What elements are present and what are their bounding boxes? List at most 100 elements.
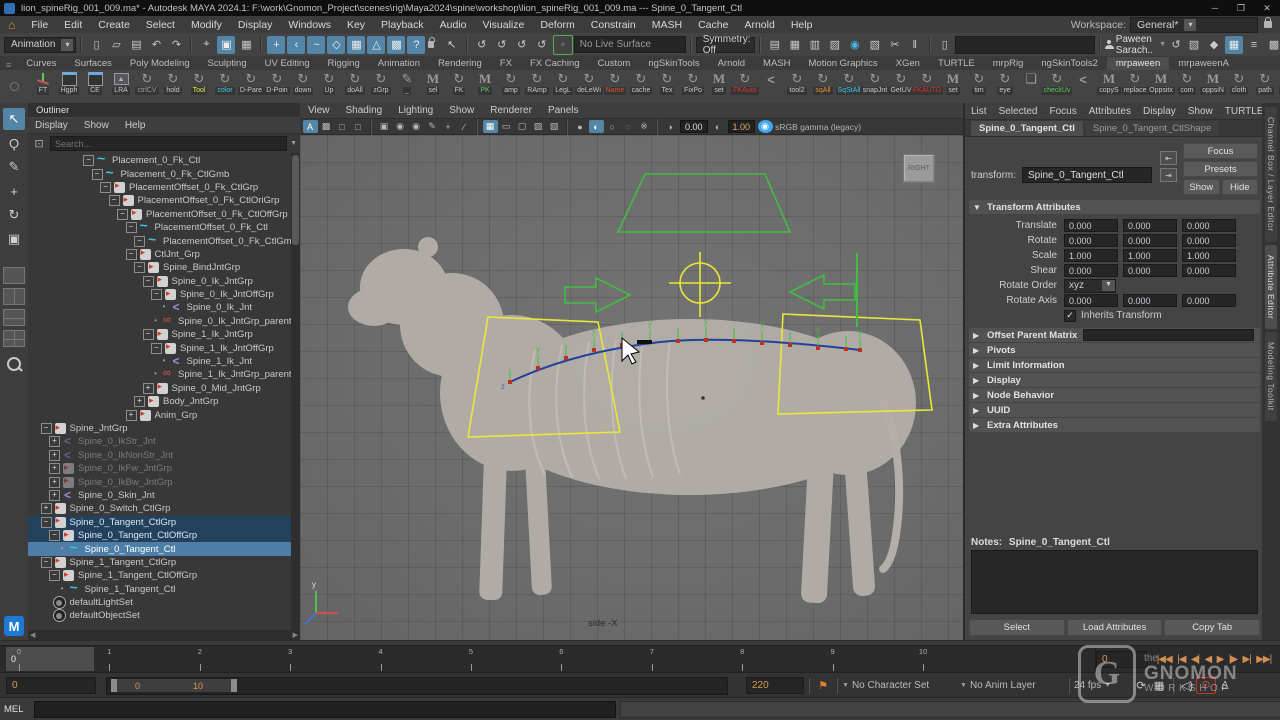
collapse-icon[interactable]: − <box>117 209 128 220</box>
attr-value-field[interactable]: 0.000 <box>1182 294 1236 307</box>
copy-tab-button[interactable]: Copy Tab <box>1164 619 1260 636</box>
range-slider-bar[interactable]: 0 10 <box>106 677 728 695</box>
menu-key[interactable]: Key <box>339 19 373 31</box>
collapse-icon[interactable]: − <box>100 182 111 193</box>
bookmarks-icon[interactable]: □ <box>351 120 366 133</box>
play-forwards-button[interactable]: ▶ <box>1217 654 1224 665</box>
play-backwards-button[interactable]: ◀ <box>1205 654 1212 665</box>
collapse-icon[interactable]: − <box>41 557 52 568</box>
outliner-item-Body_JntGrp[interactable]: +Body_JntGrp <box>28 395 300 408</box>
character-controls-icon[interactable]: ◆ <box>1205 36 1223 54</box>
snap-help-icon[interactable]: ? <box>407 36 425 54</box>
breakout-tab-icon[interactable]: ⇥ <box>1160 168 1177 182</box>
menu-display[interactable]: Display <box>230 19 280 31</box>
range-end-handle[interactable] <box>231 679 237 692</box>
select-hierarchy-icon[interactable]: ⌖ <box>197 36 215 54</box>
collapse-icon[interactable]: − <box>41 517 52 528</box>
collapse-icon[interactable]: − <box>151 289 162 300</box>
film-gate-icon[interactable]: ▭ <box>499 120 514 133</box>
attr-value-field[interactable]: 0.000 <box>1064 264 1118 277</box>
input-connections-icon[interactable]: ↺ <box>473 36 491 54</box>
shelf-tab-curves[interactable]: Curves <box>17 57 65 70</box>
field-chart-icon[interactable]: ▧ <box>547 120 562 133</box>
viewport-menu-lighting[interactable]: Lighting <box>390 105 441 116</box>
snap-view-plane-icon[interactable]: △ <box>367 36 385 54</box>
outliner-item-PlacementOffset_0_Fk_CtlGrp[interactable]: −PlacementOffset_0_Fk_CtlGrp <box>28 181 300 194</box>
outliner-item-Spine_0_IkBw_JntGrp[interactable]: +Spine_0_IkBw_JntGrp <box>28 475 300 488</box>
menu-cache[interactable]: Cache <box>690 19 736 31</box>
snap-point-icon[interactable]: ~ <box>307 36 325 54</box>
minimize-button[interactable]: ─ <box>1202 3 1228 13</box>
step-forward-key-button[interactable]: ▶| <box>1243 654 1251 665</box>
output-connections-icon[interactable]: ↺ <box>493 36 511 54</box>
outliner-item-PlacementOffset_0_Fk_CtlGmb[interactable]: −PlacementOffset_0_Fk_CtlGmb <box>28 234 300 247</box>
animation-preferences-icon[interactable]: ♙ <box>1216 679 1234 692</box>
workspace-lock-icon[interactable] <box>1264 21 1272 28</box>
section-node-behavior[interactable]: ▶Node Behavior <box>969 388 1260 402</box>
shelf-button-Tool[interactable]: ↻Tool <box>186 71 212 95</box>
colorspace-label[interactable]: sRGB gamma (legacy) <box>775 122 861 132</box>
shelf-tab-mash[interactable]: MASH <box>754 57 799 70</box>
viewport-menu-panels[interactable]: Panels <box>540 105 587 116</box>
outliner-item-Spine_1_Ik_JntGrp_parentCons[interactable]: •Spine_1_Ik_JntGrp_parentCons <box>28 368 300 381</box>
scale-tool-icon[interactable]: ▣ <box>3 228 25 250</box>
outliner-item-Spine_1_Ik_JntGrp[interactable]: −Spine_1_Ik_JntGrp <box>28 328 300 341</box>
menu-set-dropdown[interactable]: Animation ▾ <box>4 37 76 53</box>
outliner-item-Placement_0_Fk_Ctl[interactable]: −Placement_0_Fk_Ctl <box>28 154 300 167</box>
layout-two-pane-button[interactable] <box>3 288 25 305</box>
shelf-button-Name[interactable]: ↻Name <box>602 71 628 95</box>
expand-icon[interactable]: + <box>49 436 60 447</box>
maya-m-logo[interactable]: M <box>4 616 24 636</box>
attr-value-field[interactable]: 0.000 <box>1182 264 1236 277</box>
playback-loop-icon[interactable]: ⟳ <box>1132 679 1150 692</box>
attr-value-field[interactable]: 0.000 <box>1064 234 1118 247</box>
animation-end-field[interactable]: 220 <box>746 677 804 694</box>
shelf-button-com[interactable]: ↻com <box>1174 71 1200 95</box>
menu-help[interactable]: Help <box>783 19 821 31</box>
outliner-item-Spine_1_Tangent_Ctl[interactable]: •Spine_1_Tangent_Ctl <box>28 583 300 596</box>
shelf-tab-xgen[interactable]: XGen <box>887 57 929 70</box>
shelf-tab-ngskintools2[interactable]: ngSkinTools2 <box>1032 57 1107 70</box>
paint-select-tool-icon[interactable]: ✎ <box>3 156 25 178</box>
load-attributes-button[interactable]: Load Attributes <box>1067 619 1163 636</box>
outliner-item-Spine_JntGrp[interactable]: −Spine_JntGrp <box>28 422 300 435</box>
outliner-item-CtlJnt_Grp[interactable]: −CtlJnt_Grp <box>28 248 300 261</box>
shelf-menu-icon[interactable]: ≡ <box>0 60 17 70</box>
shelf-button-FT[interactable]: FT <box>30 71 56 95</box>
highlight-selection-icon[interactable]: ↖ <box>443 36 461 54</box>
live-selection-icon[interactable]: ◦ <box>553 35 573 55</box>
shelf-button-copyS[interactable]: McopyS <box>1096 71 1122 95</box>
ae-menu-list[interactable]: List <box>965 106 993 117</box>
outliner-item-Spine_0_Ik_Jnt[interactable]: •Spine_0_Ik_Jnt <box>28 301 300 314</box>
rotate-tool-icon[interactable]: ↻ <box>3 204 25 226</box>
collapse-icon[interactable]: − <box>126 222 137 233</box>
home-icon[interactable]: ⌂ <box>0 18 23 32</box>
character-set-dropdown[interactable]: ▼No Character Set <box>842 680 960 691</box>
two-d-pan-icon[interactable]: ◉ <box>393 120 408 133</box>
outliner-item-defaultLightSet[interactable]: defaultLightSet <box>28 596 300 609</box>
shelf-button-checkUv[interactable]: ↻checkUv <box>1044 71 1070 95</box>
selection-lock-icon[interactable] <box>428 41 433 48</box>
mute-audio-icon[interactable]: ◁) <box>1178 679 1196 692</box>
shelf-button-set[interactable]: Mset <box>706 71 732 95</box>
viewport-canvas[interactable]: yyyyyyy z y RIGHT side -X <box>300 135 963 640</box>
shelf-tab-arnold[interactable]: Arnold <box>709 57 754 70</box>
outliner-item-Spine_0_Ik_JntGrp_parentCons[interactable]: •Spine_0_Ik_JntGrp_parentCons <box>28 315 300 328</box>
camera-attributes-icon[interactable]: □ <box>335 120 350 133</box>
panel-tab-modeling-toolkit[interactable]: Modeling Toolkit <box>1265 332 1277 421</box>
pivot-icon[interactable]: + <box>441 120 456 133</box>
pause-viewport-icon[interactable]: ‖ <box>906 36 924 54</box>
outliner-item-PlacementOffset_0_Fk_CtlOffGrp[interactable]: −PlacementOffset_0_Fk_CtlOffGrp <box>28 208 300 221</box>
shelf-button-SqStAll[interactable]: ↻SqStAll <box>836 71 862 95</box>
shelf-tab-fx-caching[interactable]: FX Caching <box>521 57 589 70</box>
panel-tab-channel-box-layer-editor[interactable]: Channel Box / Layer Editor <box>1265 107 1277 242</box>
all-lights-icon[interactable]: ◐ <box>589 120 604 133</box>
show-button[interactable]: Show <box>1183 179 1220 195</box>
shelf-button-Up[interactable]: ↻Up <box>316 71 342 95</box>
attr-value-field[interactable]: 0.000 <box>1182 234 1236 247</box>
section-uuid[interactable]: ▶UUID <box>969 403 1260 417</box>
outliner-vertical-scrollbar[interactable] <box>291 153 300 630</box>
shelf-button-snapJnt[interactable]: ↻snapJnt <box>862 71 888 95</box>
ae-menu-selected[interactable]: Selected <box>993 106 1044 117</box>
viewport-menu-renderer[interactable]: Renderer <box>482 105 540 116</box>
